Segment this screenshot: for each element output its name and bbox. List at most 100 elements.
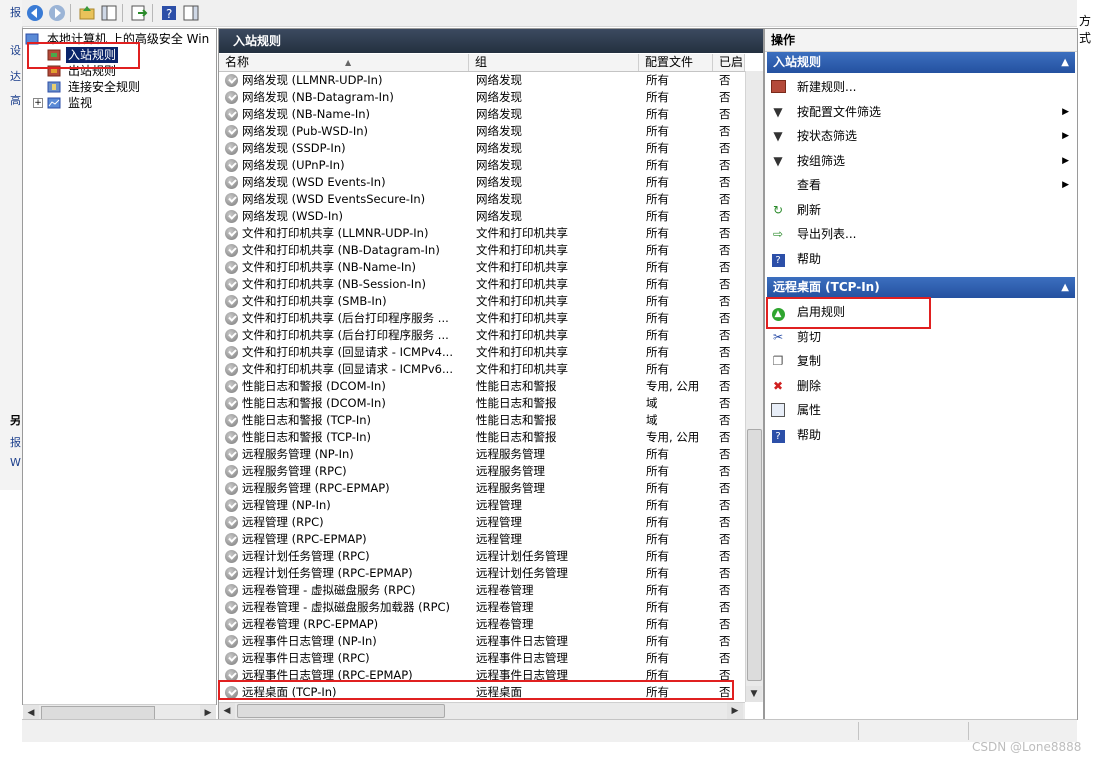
rule-profile: 所有 bbox=[646, 515, 669, 529]
rules-hscroll-thumb[interactable] bbox=[237, 704, 445, 718]
table-row[interactable]: 文件和打印机共享 (LLMNR-UDP-In) 文件和打印机共享 所有 否 bbox=[219, 225, 745, 242]
table-row[interactable]: 性能日志和警报 (TCP-In) 性能日志和警报 域 否 bbox=[219, 412, 745, 429]
table-row[interactable]: 网络发现 (NB-Name-In) 网络发现 所有 否 bbox=[219, 106, 745, 123]
table-row[interactable]: 远程卷管理 (RPC-EPMAP) 远程卷管理 所有 否 bbox=[219, 616, 745, 633]
table-row[interactable]: 文件和打印机共享 (后台打印程序服务 ... 文件和打印机共享 所有 否 bbox=[219, 310, 745, 327]
rule-group: 网络发现 bbox=[476, 175, 522, 189]
action-item[interactable]: 新建规则... bbox=[769, 76, 1069, 98]
rule-enabled: 否 bbox=[719, 600, 731, 614]
tree-hscrollbar[interactable]: ◀ ▶ bbox=[23, 704, 216, 721]
rule-enabled: 否 bbox=[719, 226, 731, 240]
table-row[interactable]: 远程事件日志管理 (NP-In) 远程事件日志管理 所有 否 bbox=[219, 633, 745, 650]
table-row[interactable]: 文件和打印机共享 (NB-Session-In) 文件和打印机共享 所有 否 bbox=[219, 276, 745, 293]
action-section-selected-rule[interactable]: 远程桌面 (TCP-In) ▲ bbox=[767, 277, 1075, 298]
rule-name: 远程事件日志管理 (RPC) bbox=[242, 651, 370, 665]
table-row[interactable]: 远程计划任务管理 (RPC-EPMAP) 远程计划任务管理 所有 否 bbox=[219, 565, 745, 582]
action-item[interactable]: ▼ 按组筛选 ▶ bbox=[769, 150, 1069, 172]
rule-name: 文件和打印机共享 (LLMNR-UDP-In) bbox=[242, 226, 429, 240]
filter-icon: ▼ bbox=[773, 104, 783, 119]
table-row[interactable]: 文件和打印机共享 (后台打印程序服务 ... 文件和打印机共享 所有 否 bbox=[219, 327, 745, 344]
column-profile[interactable]: 配置文件 bbox=[639, 54, 713, 71]
expand-icon[interactable]: + bbox=[33, 98, 43, 108]
table-row[interactable]: 网络发现 (LLMNR-UDP-In) 网络发现 所有 否 bbox=[219, 72, 745, 89]
table-row[interactable]: 远程卷管理 - 虚拟磁盘服务加载器 (RPC) 远程卷管理 所有 否 bbox=[219, 599, 745, 616]
column-name[interactable]: 名称 ▲ bbox=[219, 54, 469, 71]
action-section-inbound-rules[interactable]: 入站规则 ▲ bbox=[767, 52, 1075, 73]
tree-item-label: 监视 bbox=[68, 96, 93, 110]
export-list-icon[interactable] bbox=[130, 4, 148, 22]
table-row[interactable]: 文件和打印机共享 (NB-Datagram-In) 文件和打印机共享 所有 否 bbox=[219, 242, 745, 259]
collapse-caret-icon[interactable]: ▲ bbox=[1061, 52, 1069, 73]
action-item[interactable]: ▼ 按状态筛选 ▶ bbox=[769, 125, 1069, 147]
rule-name: 文件和打印机共享 (后台打印程序服务 ... bbox=[242, 328, 449, 342]
rule-disabled-icon bbox=[225, 516, 238, 529]
rule-name: 网络发现 (UPnP-In) bbox=[242, 158, 345, 172]
console-tree: 本地计算机 上的高级安全 Win 入站规则 出站规则 连接安全规则 + 监视 ◀… bbox=[22, 28, 217, 721]
table-row[interactable]: 网络发现 (Pub-WSD-In) 网络发现 所有 否 bbox=[219, 123, 745, 140]
action-item[interactable]: ▼ 按配置文件筛选 ▶ bbox=[769, 101, 1069, 123]
table-row[interactable]: 远程管理 (NP-In) 远程管理 所有 否 bbox=[219, 497, 745, 514]
action-item[interactable]: ❐ 复制 bbox=[769, 350, 1069, 372]
rule-disabled-icon bbox=[225, 601, 238, 614]
table-row[interactable]: 远程卷管理 - 虚拟磁盘服务 (RPC) 远程卷管理 所有 否 bbox=[219, 582, 745, 599]
table-row[interactable]: 远程计划任务管理 (RPC) 远程计划任务管理 所有 否 bbox=[219, 548, 745, 565]
table-row[interactable]: 文件和打印机共享 (回显请求 - ICMPv6... 文件和打印机共享 所有 否 bbox=[219, 361, 745, 378]
rule-profile: 所有 bbox=[646, 549, 669, 563]
export-icon: ⇨ bbox=[772, 227, 784, 241]
table-row[interactable]: 文件和打印机共享 (回显请求 - ICMPv4... 文件和打印机共享 所有 否 bbox=[219, 344, 745, 361]
rule-group: 文件和打印机共享 bbox=[476, 311, 568, 325]
tree-hscroll-thumb[interactable] bbox=[41, 706, 155, 720]
table-row[interactable]: 网络发现 (WSD Events-In) 网络发现 所有 否 bbox=[219, 174, 745, 191]
table-row[interactable]: 网络发现 (SSDP-In) 网络发现 所有 否 bbox=[219, 140, 745, 157]
table-row[interactable]: 远程服务管理 (NP-In) 远程服务管理 所有 否 bbox=[219, 446, 745, 463]
table-row[interactable]: 性能日志和警报 (DCOM-In) 性能日志和警报 专用, 公用 否 bbox=[219, 378, 745, 395]
monitoring-icon bbox=[47, 97, 61, 109]
rule-disabled-icon bbox=[225, 414, 238, 427]
table-row[interactable]: 性能日志和警报 (DCOM-In) 性能日志和警报 域 否 bbox=[219, 395, 745, 412]
table-row[interactable]: 网络发现 (WSD EventsSecure-In) 网络发现 所有 否 bbox=[219, 191, 745, 208]
forward-icon[interactable] bbox=[48, 4, 66, 22]
rule-group: 文件和打印机共享 bbox=[476, 277, 568, 291]
table-row[interactable]: 远程事件日志管理 (RPC) 远程事件日志管理 所有 否 bbox=[219, 650, 745, 667]
scroll-right-arrow-icon[interactable]: ▶ bbox=[727, 703, 743, 719]
action-item[interactable]: 属性 bbox=[769, 399, 1069, 421]
rule-profile: 所有 bbox=[646, 158, 669, 172]
show-action-pane-icon[interactable] bbox=[182, 4, 200, 22]
action-item[interactable]: ✖ 删除 bbox=[769, 375, 1069, 397]
action-label: 按组筛选 bbox=[797, 153, 846, 168]
table-row[interactable]: 文件和打印机共享 (NB-Name-In) 文件和打印机共享 所有 否 bbox=[219, 259, 745, 276]
table-row[interactable]: 远程管理 (RPC) 远程管理 所有 否 bbox=[219, 514, 745, 531]
column-group[interactable]: 组 bbox=[469, 54, 639, 71]
scroll-down-arrow-icon[interactable]: ▼ bbox=[746, 686, 762, 702]
action-item[interactable]: ↻ 刷新 bbox=[769, 199, 1069, 221]
submenu-arrow-icon: ▶ bbox=[1062, 106, 1069, 117]
rules-vscroll-thumb[interactable] bbox=[747, 429, 762, 681]
back-icon[interactable] bbox=[26, 4, 44, 22]
sort-asc-icon: ▲ bbox=[345, 58, 352, 67]
table-row[interactable]: 远程服务管理 (RPC) 远程服务管理 所有 否 bbox=[219, 463, 745, 480]
table-row[interactable]: 性能日志和警报 (TCP-In) 性能日志和警报 专用, 公用 否 bbox=[219, 429, 745, 446]
table-row[interactable]: 网络发现 (UPnP-In) 网络发现 所有 否 bbox=[219, 157, 745, 174]
table-row[interactable]: 网络发现 (WSD-In) 网络发现 所有 否 bbox=[219, 208, 745, 225]
up-folder-icon[interactable] bbox=[78, 4, 96, 22]
table-row[interactable]: 远程管理 (RPC-EPMAP) 远程管理 所有 否 bbox=[219, 531, 745, 548]
rule-name: 网络发现 (NB-Datagram-In) bbox=[242, 90, 394, 104]
action-item[interactable]: ? 帮助 bbox=[769, 248, 1069, 270]
scroll-left-arrow-icon[interactable]: ◀ bbox=[219, 703, 235, 719]
action-label: 按状态筛选 bbox=[797, 129, 858, 143]
rule-group: 远程管理 bbox=[476, 515, 522, 529]
help-icon[interactable]: ? bbox=[160, 4, 178, 22]
show-hide-tree-icon[interactable] bbox=[100, 4, 118, 22]
rule-name: 网络发现 (NB-Name-In) bbox=[242, 107, 371, 121]
new-rule-icon bbox=[771, 80, 786, 94]
action-item[interactable]: ? 帮助 bbox=[769, 424, 1069, 446]
table-row[interactable]: 网络发现 (NB-Datagram-In) 网络发现 所有 否 bbox=[219, 89, 745, 106]
action-item[interactable]: 查看 ▶ bbox=[769, 174, 1069, 196]
table-row[interactable]: 文件和打印机共享 (SMB-In) 文件和打印机共享 所有 否 bbox=[219, 293, 745, 310]
rule-profile: 所有 bbox=[646, 294, 669, 308]
column-enabled[interactable]: 已启 bbox=[713, 54, 745, 71]
collapse-caret-icon[interactable]: ▲ bbox=[1061, 277, 1069, 298]
table-row[interactable]: 远程服务管理 (RPC-EPMAP) 远程服务管理 所有 否 bbox=[219, 480, 745, 497]
rule-enabled: 否 bbox=[719, 90, 731, 104]
action-item[interactable]: ⇨ 导出列表... bbox=[769, 223, 1069, 245]
